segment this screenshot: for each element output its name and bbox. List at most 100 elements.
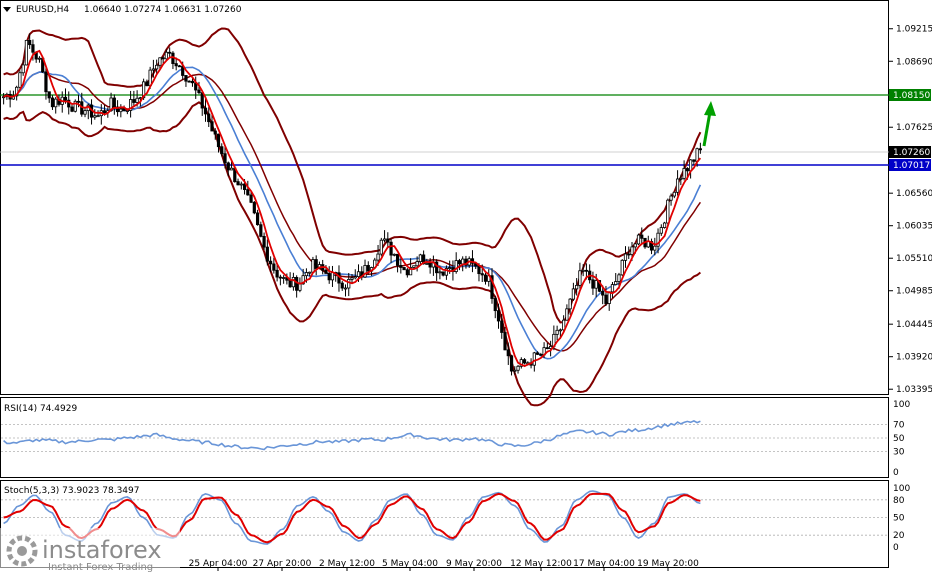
candle-body (308, 271, 312, 274)
candle-body (496, 310, 501, 322)
candle-body (223, 153, 227, 164)
candle-body (236, 181, 240, 186)
candle-body (252, 201, 256, 214)
candle-body (44, 71, 48, 93)
candle-body (493, 298, 497, 312)
candle-body (246, 189, 250, 196)
candle-body (350, 277, 354, 280)
candle-body (509, 355, 514, 372)
candle-body (402, 267, 406, 271)
candle-body (614, 281, 618, 285)
rsi-y-tick-label: 70 (893, 420, 905, 430)
candle-body (412, 265, 416, 268)
candle-body (314, 259, 318, 269)
candle-body (604, 294, 608, 304)
candle-body (265, 246, 269, 262)
candle-body (575, 284, 579, 290)
target-level-tag-text: 1.08150 (893, 91, 930, 101)
candle-body (102, 110, 107, 114)
candle-body (571, 288, 575, 300)
candle-body (311, 259, 315, 273)
candle-body (187, 80, 191, 83)
candle-body (483, 274, 488, 282)
chart-root: EURUSD,H4 1.06640 1.07274 1.06631 1.0726… (0, 0, 932, 574)
price-y-tick-label: 1.07625 (896, 123, 932, 133)
candle-body (675, 178, 680, 193)
price-y-tick-label: 1.03920 (896, 353, 932, 363)
candle-body (249, 194, 253, 203)
candle-body (353, 276, 357, 279)
candle-body (503, 332, 507, 351)
candle-body (607, 291, 611, 304)
stoch-y-tick-label: 0 (893, 543, 899, 553)
rsi-y-tick-label: 50 (893, 434, 905, 444)
candle-body (535, 352, 540, 355)
candle-body (37, 57, 42, 60)
candle-body (640, 234, 644, 239)
candle-body (555, 329, 559, 335)
candle-body (76, 100, 81, 103)
price-panel-frame (0, 0, 889, 395)
candle-body (584, 269, 589, 272)
price-y-tick-label: 1.03395 (896, 385, 932, 395)
candle-body (164, 51, 169, 60)
candle-body (477, 265, 481, 275)
candle-body (438, 271, 442, 274)
price-y-tick-label: 1.04985 (896, 287, 932, 297)
x-tick-label: 27 Apr 20:00 (253, 559, 312, 569)
candle-body (662, 222, 667, 228)
candle-body (210, 121, 214, 132)
x-tick-label: 25 Apr 04:00 (189, 559, 248, 569)
symbol-label: EURUSD,H4 (16, 5, 69, 15)
candle-body (93, 115, 97, 118)
x-tick-label: 9 May 20:00 (446, 559, 502, 569)
candle-body (685, 168, 689, 172)
current-price-tag-text: 1.07260 (893, 148, 930, 158)
support-level-tag-text: 1.07017 (893, 161, 930, 171)
candle-body (620, 259, 624, 276)
candle-body (347, 279, 351, 289)
candle-body (389, 241, 393, 256)
candle-body (356, 271, 361, 278)
candle-body (295, 276, 299, 291)
chart-canvas: EURUSD,H4 1.06640 1.07274 1.06631 1.0726… (0, 0, 932, 574)
candle-body (155, 64, 159, 70)
candle-body (259, 224, 263, 237)
ohlc-label: 1.06640 1.07274 1.06631 1.07260 (84, 5, 242, 15)
candle-body (31, 44, 35, 53)
candle-body (522, 359, 527, 364)
candle-body (666, 199, 670, 224)
candle-body (539, 353, 543, 356)
candle-body (698, 148, 702, 151)
rsi-y-tick-label: 30 (893, 448, 905, 458)
candle-body (18, 72, 22, 88)
candle-body (399, 265, 403, 268)
candle-body (132, 99, 136, 103)
candle-body (457, 260, 462, 265)
candle-body (500, 320, 504, 333)
candle-body (298, 283, 302, 291)
candle-body (682, 168, 686, 179)
logo-tagline: Instant Forex Trading (48, 562, 153, 573)
candle-body (47, 91, 51, 99)
candle-body (184, 75, 188, 82)
candle-body (242, 183, 247, 190)
candle-body (591, 279, 595, 289)
candle-body (461, 258, 465, 265)
candle-body (96, 115, 100, 118)
candle-body (197, 89, 201, 94)
candle-body (207, 113, 211, 123)
candle-body (112, 97, 116, 108)
candle-body (50, 97, 55, 108)
candle-body (135, 97, 139, 103)
candle-body (327, 273, 331, 281)
candle-body (177, 65, 182, 68)
candle-body (343, 287, 348, 290)
candle-body (376, 253, 380, 261)
candle-body (304, 272, 309, 277)
candle-body (623, 253, 628, 261)
candle-body (28, 39, 32, 46)
candle-body (448, 267, 452, 270)
candle-body (392, 253, 396, 256)
x-tick-label: 19 May 20:00 (637, 559, 699, 569)
